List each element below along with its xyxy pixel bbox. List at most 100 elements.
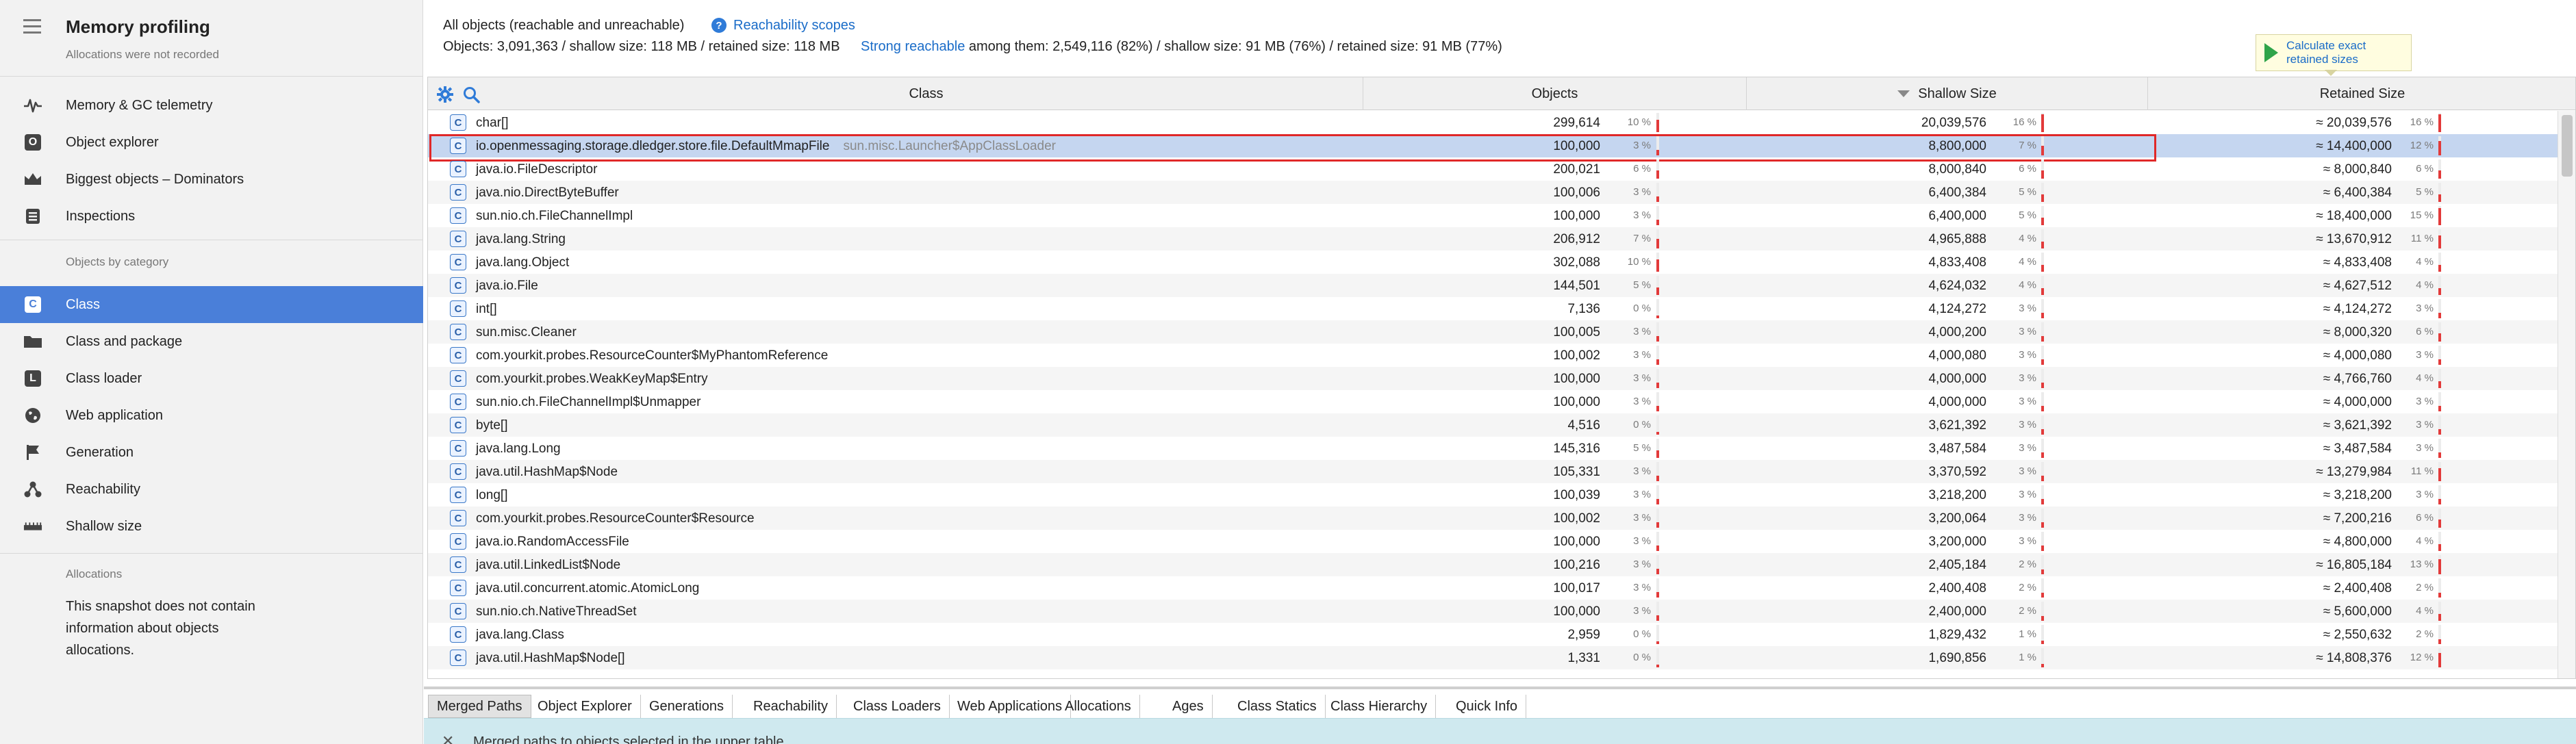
table-row[interactable]: Cint[] 7,136 0 % 4,124,272 3 % ≈ 4,124,272 3 % [428,297,2558,320]
globe-icon [23,407,42,424]
close-icon[interactable]: ✕ [442,732,454,744]
tab-merged-paths[interactable]: Merged Paths [428,695,531,718]
sidebar-item-class-and-package[interactable]: Class and package [0,323,423,360]
table-row[interactable]: Cjava.util.HashMap$Node 105,331 3 % 3,370,5… [428,460,2558,483]
sidebar-item-object-explorer[interactable]: O Object explorer [0,124,423,161]
table-row[interactable]: Csun.nio.ch.FileChannelImpl$Unmapper 100,… [428,390,2558,413]
retained-value: ≈ 4,000,000 [2323,395,2392,409]
shallow-percent-bar-fill [2041,405,2044,411]
tab-generations[interactable]: Generations [641,695,733,718]
shallow-percent: 3 % [2019,535,2036,547]
table-row[interactable]: Csun.misc.Cleaner 100,005 3 % 4,000,200 3 % ≈… [428,320,2558,344]
table-row[interactable]: Cjava.io.File 144,501 5 % 4,624,032 4 % ≈ 4,6… [428,274,2558,297]
tab-web-applications[interactable]: Web Applications [949,695,1072,718]
shallow-percent-bar-fill [2041,593,2044,598]
objects-percent-bar [1656,322,1659,342]
class-icon: C [450,138,466,154]
retained-value: ≈ 2,550,632 [2323,628,2392,642]
table-row[interactable]: Cjava.nio.DirectByteBuffer 100,006 3 % 6,40… [428,181,2558,204]
objects-percent-bar-fill [1656,359,1659,365]
table-row[interactable]: Cjava.lang.Object 302,088 10 % 4,833,408 4 %… [428,251,2558,274]
objects-value: 100,000 [1553,209,1600,223]
table-row[interactable]: Cjava.lang.String 206,912 7 % 4,965,888 4 % ≈… [428,227,2558,251]
tab-quick-info[interactable]: Quick Info [1448,695,1527,718]
settings-gear-icon[interactable] [436,86,454,103]
table-row[interactable]: Cjava.util.HashMap$Node[] 1,331 0 % 1,690,8… [428,646,2558,669]
retained-percent-bar-fill [2438,467,2441,481]
retained-percent-bar [2438,439,2441,458]
class-name: io.openmessaging.storage.dledger.store.f… [476,139,1056,154]
class-icon: C [450,300,466,317]
sidebar-item-reachability[interactable]: Reachability [0,471,423,508]
help-icon[interactable]: ? [711,18,727,33]
objects-value: 100,000 [1553,604,1600,619]
search-icon[interactable] [462,86,480,103]
sidebar-item-inspections[interactable]: Inspections [0,198,423,235]
shallow-percent: 3 % [2019,372,2036,384]
objects-percent-bar-fill [1656,665,1659,667]
objects-percent-bar [1656,136,1659,155]
sidebar-item-label: Shallow size [66,519,142,534]
table-row[interactable]: Csun.nio.ch.NativeThreadSet 100,000 3 % 2,4… [428,600,2558,623]
tab-class-hierarchy[interactable]: Class Hierarchy [1322,695,1437,718]
retained-percent: 12 % [2410,140,2434,151]
objects-value: 100,017 [1553,581,1600,595]
tab-ages[interactable]: Ages [1164,695,1213,718]
sidebar-item-memory-gc-telemetry[interactable]: Memory & GC telemetry [0,87,423,124]
class-icon: C [450,510,466,526]
tab-class-loaders[interactable]: Class Loaders [845,695,950,718]
bottom-tabs: Merged Paths Object Explorer Generations Re… [424,687,2576,718]
column-header-shallow-size[interactable]: Shallow Size [1747,77,2148,110]
shallow-percent-bar [2041,625,2044,644]
table-row[interactable]: Ccom.yourkit.probes.ResourceCounter$MyPh… [428,344,2558,367]
shallow-value: 2,405,184 [1928,558,1986,572]
vertical-scrollbar[interactable] [2558,111,2575,678]
sidebar-item-web-application[interactable]: Web application [0,397,423,434]
shallow-percent-bar [2041,346,2044,365]
strong-reachable-link[interactable]: Strong reachable [861,39,965,54]
table-row[interactable]: Cjava.lang.Long 145,316 5 % 3,487,584 3 % ≈ 3… [428,437,2558,460]
table-row[interactable]: Ccom.yourkit.probes.ResourceCounter$Reso… [428,506,2558,530]
sidebar-item-class-loader[interactable]: L Class loader [0,360,423,397]
reachability-icon [23,480,42,498]
objects-value: 145,316 [1553,441,1600,456]
sidebar-item-biggest-objects[interactable]: Biggest objects – Dominators [0,161,423,198]
table-row[interactable]: Cchar[] 299,614 10 % 20,039,576 16 % ≈ 20,039… [428,111,2558,134]
tab-allocations[interactable]: Allocations [1057,695,1140,718]
column-header-objects[interactable]: Objects [1363,77,1747,110]
tab-reachability[interactable]: Reachability [745,695,837,718]
table-row[interactable]: Clong[] 100,039 3 % 3,218,200 3 % ≈ 3,218,200… [428,483,2558,506]
table-row[interactable]: Csun.nio.ch.FileChannelImpl 100,000 3 % 6,4… [428,204,2558,227]
scrollbar-thumb[interactable] [2562,115,2573,177]
table-row[interactable]: Ccom.yourkit.probes.WeakKeyMap$Entry 100,… [428,367,2558,390]
shallow-value: 3,200,064 [1928,511,1986,526]
retained-value: ≈ 5,600,000 [2323,604,2392,619]
table-row[interactable]: Cbyte[] 4,516 0 % 3,621,392 3 % ≈ 3,621,392 3 … [428,413,2558,437]
retained-percent-bar [2438,322,2441,342]
retained-percent: 15 % [2410,209,2434,221]
shallow-percent-bar [2041,602,2044,621]
reachability-scopes-link[interactable]: Reachability scopes [733,18,855,34]
calculate-retained-sizes-button[interactable]: Calculate exact retained sizes [2256,34,2412,71]
table-row[interactable]: Cjava.io.RandomAccessFile 100,000 3 % 3,200… [428,530,2558,553]
objects-percent-bar [1656,485,1659,504]
tab-class-statics[interactable]: Class Statics [1229,695,1326,718]
sidebar-item-class[interactable]: C Class [0,286,423,323]
table-row[interactable]: Cjava.util.concurrent.atomic.AtomicLong 1… [428,576,2558,600]
tab-object-explorer[interactable]: Object Explorer [529,695,641,718]
table-row[interactable]: Cjava.lang.Class 2,959 0 % 1,829,432 1 % ≈ 2,… [428,623,2558,646]
objects-percent-bar [1656,253,1659,272]
sidebar-item-generation[interactable]: Generation [0,434,423,471]
shallow-value: 3,370,592 [1928,465,1986,479]
sidebar-item-shallow-size[interactable]: Shallow size [0,508,423,545]
table-row[interactable]: Cjava.util.LinkedList$Node 100,216 3 % 2,40… [428,553,2558,576]
sidebar-subtitle: Allocations were not recorded [66,48,219,61]
retained-percent: 3 % [2416,442,2434,454]
table-row[interactable]: Cjava.io.FileDescriptor 200,021 6 % 8,000,8… [428,157,2558,181]
table-row[interactable]: Cio.openmessaging.storage.dledger.store.… [428,134,2558,162]
class-icon: C [450,603,466,619]
column-header-retained-size[interactable]: Retained Size [2148,77,2575,110]
hamburger-menu-icon[interactable] [23,19,41,34]
shallow-percent: 4 % [2019,233,2036,244]
column-header-class[interactable]: Class [490,77,1363,110]
